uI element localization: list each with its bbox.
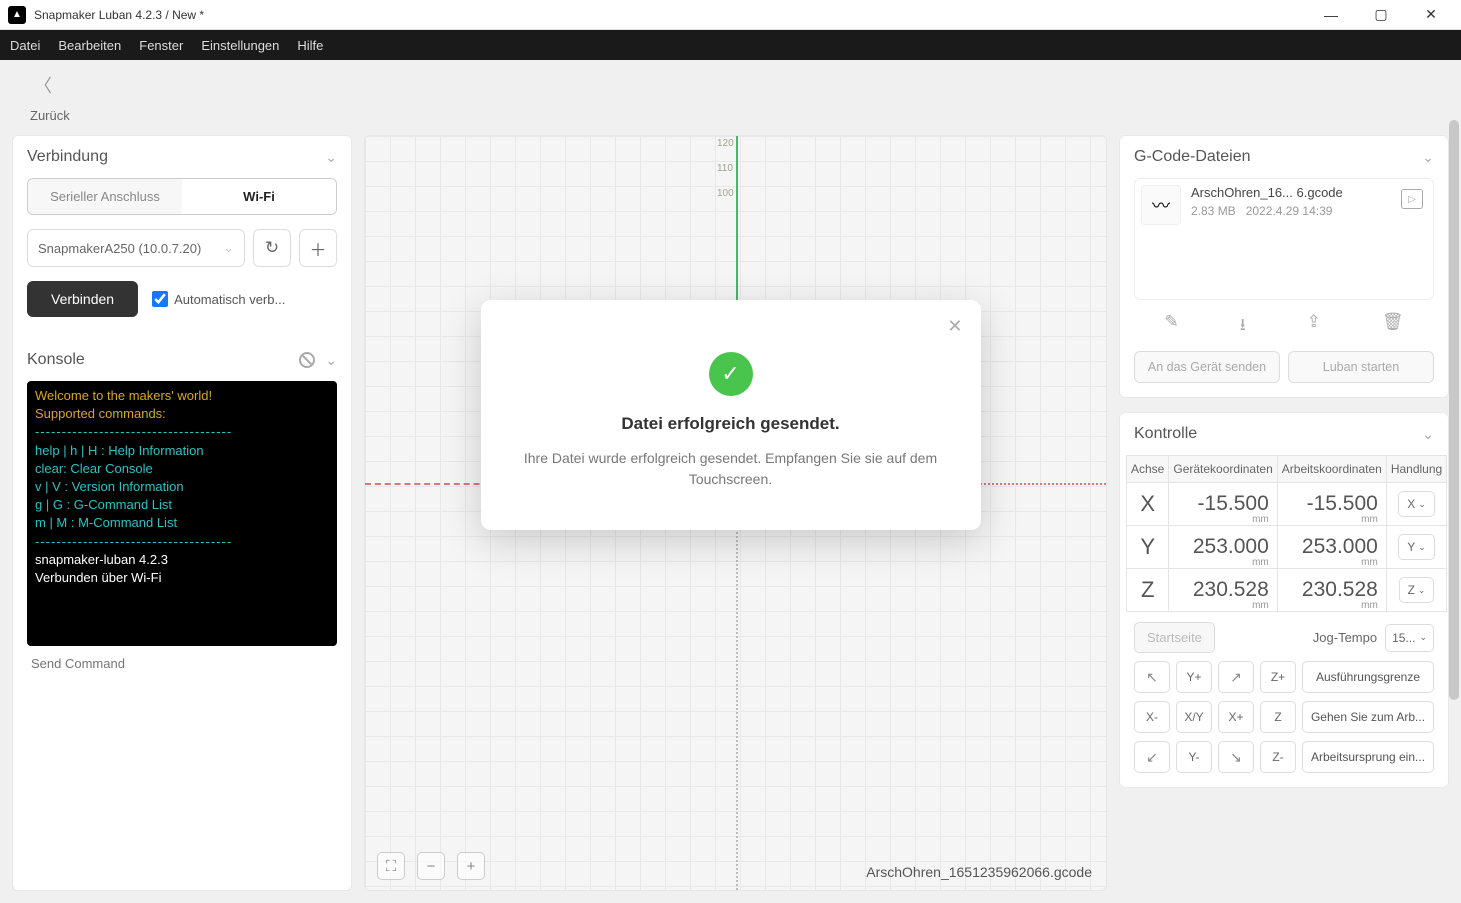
console-header: Konsole ⌄ [13,331,351,381]
minimize-button[interactable]: — [1315,0,1347,30]
goto-work-button[interactable]: Gehen Sie zum Arb... [1302,701,1434,733]
menubar: Datei Bearbeiten Fenster Einstellungen H… [0,30,1461,60]
close-icon[interactable]: ✕ [947,316,962,337]
set-origin-button[interactable]: Arbeitsursprung ein... [1302,741,1434,773]
app-icon: ▲ [8,6,26,24]
execution-limit-button[interactable]: Ausführungsgrenze [1302,661,1434,693]
file-name: ArschOhren_16... 6.gcode [1191,185,1387,200]
trash-icon[interactable]: 🗑 [1382,312,1404,341]
edit-icon[interactable]: ✎ [1164,312,1178,341]
refresh-button[interactable]: ↻ [253,229,291,267]
chevron-down-icon[interactable]: ⌄ [1422,149,1434,166]
success-modal: ✕ ✓ Datei erfolgreich gesendet. Ihre Dat… [481,300,981,530]
menu-edit[interactable]: Bearbeiten [58,38,121,53]
menu-help[interactable]: Hilfe [297,38,323,53]
coordinate-table: Achse Gerätekoordinaten Arbeitskoordinat… [1126,455,1447,612]
jog-speed-select[interactable]: 15... ⌄ [1385,624,1434,652]
chevron-down-icon: ⌄ [223,240,234,256]
axis-x-action[interactable]: X ⌄ [1398,491,1435,517]
jog-z-minus[interactable]: Z- [1260,741,1296,773]
connect-button[interactable]: Verbinden [27,281,138,317]
modal-body: Ihre Datei wurde erfolgreich gesendet. E… [505,448,957,490]
gcode-header: G-Code-Dateien ⌄ [1120,136,1448,178]
send-to-device-button[interactable]: An das Gerät senden [1134,351,1280,383]
connection-header: Verbindung ⌄ [13,136,351,178]
jog-z-home[interactable]: Z [1260,701,1296,733]
chevron-down-icon[interactable]: ⌄ [325,352,337,369]
menu-settings[interactable]: Einstellungen [201,38,279,53]
file-date: 2022.4.29 14:39 [1246,204,1333,218]
zoom-out-button[interactable]: − [417,852,445,880]
file-thumbnail: 〰 [1141,185,1181,225]
file-size: 2.83 MB [1191,204,1236,218]
command-input[interactable] [27,646,337,681]
modal-title: Datei erfolgreich gesendet. [505,414,957,434]
axis-z-action[interactable]: Z ⌄ [1399,577,1435,603]
jog-xy-home[interactable]: X/Y [1176,701,1212,733]
tab-serial[interactable]: Serieller Anschluss [28,179,182,214]
maximize-button[interactable]: ▢ [1365,0,1397,30]
back-button[interactable]: 〈 Zurück [30,68,70,123]
clear-console-icon[interactable] [299,352,315,368]
scrollbar-thumb[interactable] [1449,120,1459,700]
jog-x-minus[interactable]: X- [1134,701,1170,733]
zoom-in-button[interactable]: + [457,852,485,880]
terminal[interactable]: Welcome to the makers' world! Supported … [27,381,337,646]
export-icon[interactable]: ⇪ [1307,312,1321,341]
jog-y-plus[interactable]: Y+ [1176,661,1212,693]
home-button[interactable]: Startseite [1134,622,1215,653]
jog-x-plus[interactable]: X+ [1218,701,1254,733]
menu-file[interactable]: Datei [10,38,40,53]
canvas-filename: ArschOhren_1651235962066.gcode [866,864,1092,880]
gcode-file-item[interactable]: 〰 ArschOhren_16... 6.gcode 2.83 MB 2022.… [1134,178,1434,300]
start-luban-button[interactable]: Luban starten [1288,351,1434,383]
jog-y-minus[interactable]: Y- [1176,741,1212,773]
chevron-down-icon[interactable]: ⌄ [325,149,337,166]
auto-connect-checkbox[interactable]: Automatisch verb... [152,291,285,307]
chevron-down-icon[interactable]: ⌄ [1422,426,1434,443]
download-icon[interactable]: ⭳ [1240,312,1246,341]
jog-label: Jog-Tempo [1313,630,1377,645]
control-header: Kontrolle ⌄ [1120,413,1448,455]
check-icon: ✓ [709,352,753,396]
close-window-button[interactable]: ✕ [1415,0,1447,30]
jog-diag-up-left[interactable]: ↖ [1134,661,1170,693]
tab-wifi[interactable]: Wi-Fi [182,179,336,214]
device-select[interactable]: SnapmakerA250 (10.0.7.20) ⌄ [27,229,245,267]
jog-diag-down-right[interactable]: ↘ [1218,741,1254,773]
jog-diag-up-right[interactable]: ↗ [1218,661,1254,693]
chevron-left-icon: 〈 [30,68,56,102]
window-title: Snapmaker Luban 4.2.3 / New * [34,8,1315,22]
jog-diag-down-left[interactable]: ↙ [1134,741,1170,773]
menu-window[interactable]: Fenster [139,38,183,53]
add-button[interactable]: ＋ [299,229,337,267]
jog-z-plus[interactable]: Z+ [1260,661,1296,693]
scrollbar[interactable] [1449,120,1459,800]
play-icon[interactable]: ▷ [1401,189,1423,209]
titlebar: ▲ Snapmaker Luban 4.2.3 / New * — ▢ ✕ [0,0,1461,30]
back-label: Zurück [30,108,70,123]
fit-view-button[interactable]: ⛶ [377,852,405,880]
axis-y-action[interactable]: Y ⌄ [1398,534,1435,560]
